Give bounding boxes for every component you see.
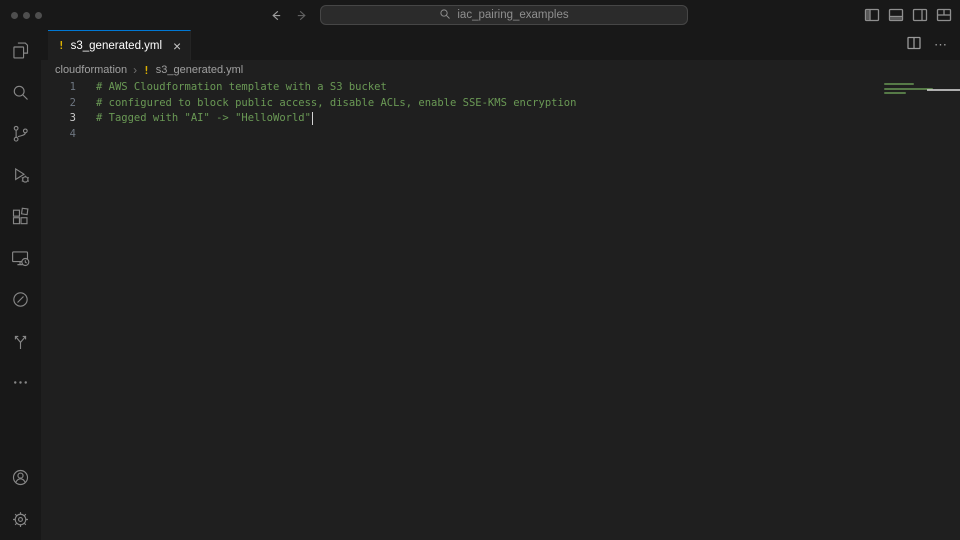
chevron-right-icon: ›: [133, 63, 137, 77]
toggle-primary-sidebar-icon[interactable]: [863, 7, 880, 24]
layout-controls: [863, 0, 952, 30]
line-number: 4: [41, 127, 96, 143]
file-warning-icon: !: [58, 39, 65, 52]
split-editor-icon[interactable]: [906, 35, 922, 56]
minimap-slider[interactable]: [927, 89, 960, 91]
back-icon[interactable]: [268, 8, 283, 23]
code-text: # Tagged with "AI" -> "HelloWorld": [96, 111, 311, 127]
account-icon[interactable]: [0, 457, 41, 499]
code-text: # AWS Cloudformation template with a S3 …: [96, 80, 387, 96]
command-center-label: iac_pairing_examples: [457, 9, 568, 21]
search-view-icon[interactable]: [0, 72, 41, 114]
remote-explorer-icon[interactable]: [0, 238, 41, 280]
editor-actions: ⋯: [906, 30, 960, 60]
run-debug-icon[interactable]: [0, 155, 41, 197]
text-cursor: [312, 112, 314, 125]
line-number: 1: [41, 80, 96, 96]
tab-label: s3_generated.yml: [71, 40, 162, 52]
settings-gear-icon[interactable]: [0, 499, 41, 540]
command-center-search[interactable]: iac_pairing_examples: [320, 5, 688, 25]
history-navigation: [268, 0, 310, 30]
line-number: 3: [41, 111, 96, 127]
forward-icon[interactable]: [295, 8, 310, 23]
breadcrumb-folder[interactable]: cloudformation: [55, 64, 127, 76]
line-number: 2: [41, 96, 96, 112]
code-line-active[interactable]: 3 # Tagged with "AI" -> "HelloWorld": [41, 111, 960, 127]
maximize-window-button[interactable]: [35, 12, 42, 19]
code-text: # configured to block public access, dis…: [96, 96, 576, 112]
fork-terraform-icon[interactable]: [0, 321, 41, 363]
minimize-window-button[interactable]: [23, 12, 30, 19]
workbench: ! s3_generated.yml × ⋯ cloudformation › …: [0, 30, 960, 540]
toggle-secondary-sidebar-icon[interactable]: [911, 7, 928, 24]
circle-tool-icon[interactable]: [0, 279, 41, 321]
activity-bar: [0, 30, 41, 540]
customize-layout-icon[interactable]: [935, 7, 952, 24]
source-control-icon[interactable]: [0, 113, 41, 155]
additional-views-icon[interactable]: [0, 362, 41, 404]
code-line[interactable]: 4: [41, 127, 960, 143]
tab-bar: ! s3_generated.yml × ⋯: [41, 30, 960, 60]
breadcrumb: cloudformation › ! s3_generated.yml: [41, 60, 960, 80]
tab-close-icon[interactable]: ×: [173, 39, 181, 53]
title-bar: iac_pairing_examples: [0, 0, 960, 30]
more-actions-icon[interactable]: ⋯: [934, 37, 948, 53]
breadcrumb-file[interactable]: s3_generated.yml: [156, 64, 243, 76]
window-controls: [11, 0, 42, 30]
code-line[interactable]: 2 # configured to block public access, d…: [41, 96, 960, 112]
editor-group: ! s3_generated.yml × ⋯ cloudformation › …: [41, 30, 960, 540]
close-window-button[interactable]: [11, 12, 18, 19]
search-icon: [439, 8, 451, 23]
code-line[interactable]: 1 # AWS Cloudformation template with a S…: [41, 80, 960, 96]
toggle-panel-icon[interactable]: [887, 7, 904, 24]
extensions-icon[interactable]: [0, 196, 41, 238]
explorer-icon[interactable]: [0, 30, 41, 72]
vscode-window: iac_pairing_examples: [0, 0, 960, 540]
file-warning-icon: !: [143, 64, 150, 77]
tab-s3-generated-yml[interactable]: ! s3_generated.yml ×: [48, 30, 191, 60]
code-editor[interactable]: 1 # AWS Cloudformation template with a S…: [41, 80, 960, 540]
